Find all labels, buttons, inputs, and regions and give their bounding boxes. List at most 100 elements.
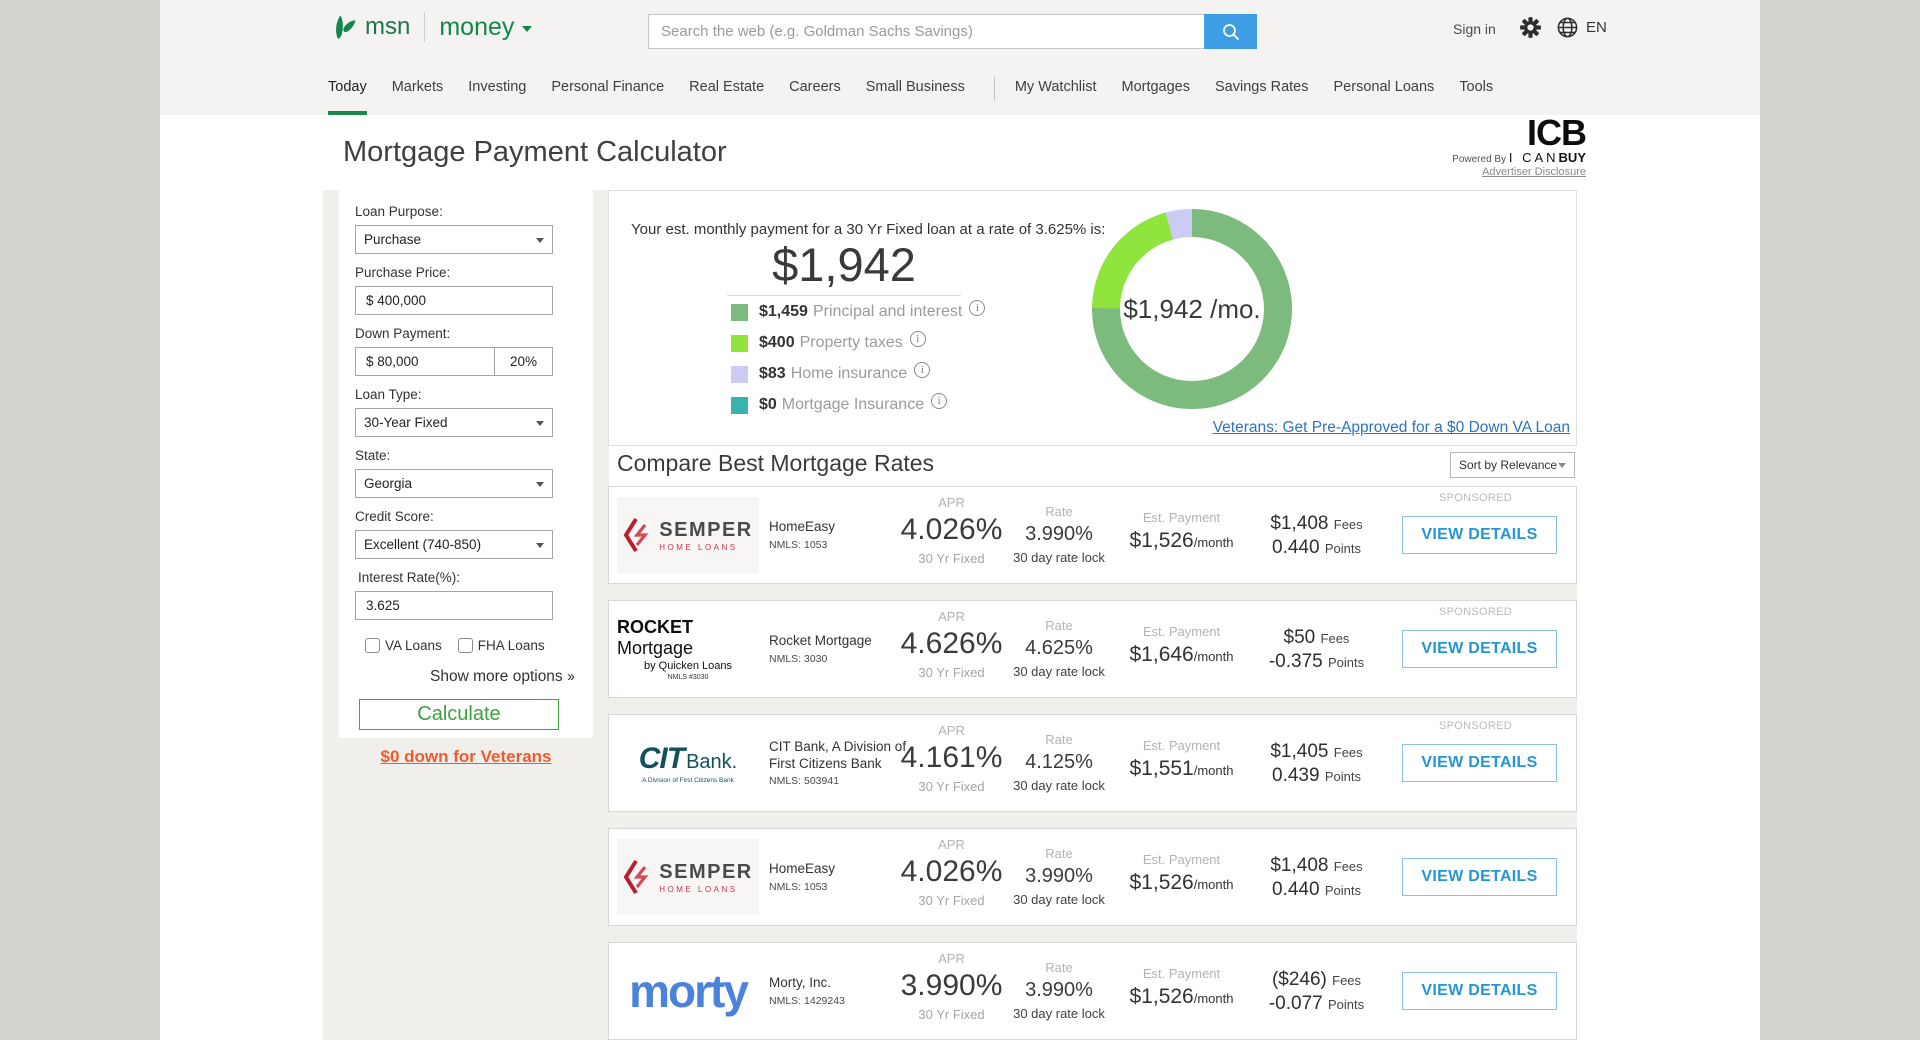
semper-wordmark: SEMPER — [659, 518, 753, 541]
loan-term-label: 30 Yr Fixed — [918, 779, 985, 794]
legend-swatch — [731, 334, 748, 352]
apr-column: APR 4.161% 30 Yr Fixed — [889, 723, 1014, 794]
rate-label: Rate — [1045, 846, 1073, 861]
page: msn money Sign in — [160, 0, 1760, 1040]
loan-type-label: Loan Type: — [355, 387, 422, 402]
checkbox-box[interactable] — [457, 638, 473, 653]
nav-item-personal-finance[interactable]: Personal Finance — [551, 62, 664, 115]
down-payment-field-wrap — [355, 347, 495, 376]
nav-item-small-business[interactable]: Small Business — [866, 62, 965, 115]
sign-in-link[interactable]: Sign in — [1453, 21, 1496, 37]
semper-tagline: HOME LOANS — [659, 542, 738, 552]
donut-hole: $1,942 /mo. — [1120, 237, 1264, 381]
info-icon[interactable]: i — [909, 331, 926, 347]
rate-value: 4.125% — [1025, 751, 1093, 773]
nav-item-today[interactable]: Today — [328, 62, 367, 115]
rate-lock-label: 30 day rate lock — [1013, 550, 1105, 565]
rate-column: Rate 3.990% 30 day rate lock — [1004, 960, 1114, 1021]
rate-label: Rate — [1045, 732, 1073, 747]
info-icon[interactable]: i — [914, 362, 931, 378]
loan-purpose-select[interactable]: Purchase — [355, 225, 553, 254]
show-more-options-link[interactable]: Show more options ›› — [355, 668, 575, 686]
est-payment-column: Est. Payment $1,551/month — [1124, 738, 1239, 781]
sponsored-badge: SPONSORED — [1439, 720, 1512, 732]
apr-label: APR — [938, 837, 965, 852]
credit-score-label: Credit Score: — [355, 509, 434, 524]
view-details-button[interactable]: VIEW DETAILS — [1402, 630, 1557, 668]
rate-label: Rate — [1045, 618, 1073, 633]
down-payment-percent-input[interactable] — [503, 353, 544, 370]
zero-down-veterans-link[interactable]: $0 down for Veterans — [323, 747, 609, 767]
state-select[interactable]: Georgia — [355, 469, 553, 498]
globe-language-icon[interactable] — [1556, 16, 1579, 44]
search-input[interactable] — [648, 14, 1204, 49]
advertiser-disclosure-link[interactable]: Advertiser Disclosure — [1452, 166, 1586, 178]
view-details-button[interactable]: VIEW DETAILS — [1402, 516, 1557, 554]
double-chevron-icon: ›› — [567, 668, 575, 685]
nav-item-savings-rates[interactable]: Savings Rates — [1215, 62, 1309, 115]
nav-item-careers[interactable]: Careers — [789, 62, 841, 115]
sort-value: Sort by Relevance — [1459, 458, 1558, 472]
state-value: Georgia — [364, 476, 413, 491]
est-payment-column: Est. Payment $1,646/month — [1124, 624, 1239, 667]
apr-value: 4.026% — [900, 513, 1003, 546]
search-button[interactable] — [1204, 14, 1257, 49]
view-details-button[interactable]: VIEW DETAILS — [1402, 858, 1557, 896]
fha-loans-checkbox[interactable]: FHA Loans — [457, 638, 545, 653]
legend-swatch — [731, 365, 748, 383]
purchase-price-input[interactable] — [364, 292, 544, 309]
rate-card-list: SPONSORED SEMPER HOME LOANS HomeEasy NML… — [608, 486, 1577, 1040]
info-icon[interactable]: i — [931, 393, 948, 409]
settings-gear-icon[interactable] — [1518, 15, 1543, 45]
nav-item-mortgages[interactable]: Mortgages — [1121, 62, 1190, 115]
points-value: 0.440 Points — [1272, 537, 1361, 558]
powered-by-label: Powered By — [1452, 154, 1507, 165]
purchase-price-label: Purchase Price: — [355, 265, 451, 280]
loan-type-select[interactable]: 30-Year Fixed — [355, 408, 553, 437]
nav-item-personal-loans[interactable]: Personal Loans — [1334, 62, 1435, 115]
interest-rate-input[interactable] — [364, 597, 544, 614]
info-icon[interactable]: i — [969, 300, 986, 316]
calculate-button[interactable]: Calculate — [359, 699, 559, 730]
apr-column: APR 4.626% 30 Yr Fixed — [889, 609, 1014, 680]
sort-select[interactable]: Sort by Relevance — [1450, 452, 1575, 478]
rate-card: SPONSORED SEMPER HOME LOANS — [608, 828, 1577, 926]
points-value: -0.077 Points — [1268, 993, 1365, 1014]
rate-card: SPONSORED morty — [608, 942, 1577, 1040]
msn-butterfly-icon — [336, 15, 356, 39]
loan-term-label: 30 Yr Fixed — [918, 1007, 985, 1022]
checkbox-box[interactable] — [365, 638, 380, 653]
semper-logo: SEMPER HOME LOANS — [617, 839, 759, 915]
down-payment-pct-wrap — [495, 347, 553, 376]
nav-item-tools[interactable]: Tools — [1459, 62, 1493, 115]
down-payment-input[interactable] — [364, 353, 486, 370]
view-details-button[interactable]: VIEW DETAILS — [1402, 972, 1557, 1010]
brand[interactable]: msn money — [328, 12, 533, 42]
nav-item-investing[interactable]: Investing — [468, 62, 526, 115]
apr-column: APR 4.026% 30 Yr Fixed — [889, 495, 1014, 566]
legend-label: Mortgage Insurance — [781, 396, 925, 413]
interest-rate-field-wrap — [355, 591, 553, 620]
apr-label: APR — [938, 609, 965, 624]
language-label[interactable]: EN — [1586, 19, 1607, 36]
est-payment-label: Est. Payment — [1142, 510, 1221, 525]
apr-label: APR — [938, 723, 965, 738]
monthly-payment-total: $1,942 — [772, 238, 916, 291]
credit-score-select[interactable]: Excellent (740-850) — [355, 530, 553, 559]
nav-item-real-estate[interactable]: Real Estate — [689, 62, 764, 115]
view-details-button[interactable]: VIEW DETAILS — [1402, 744, 1557, 782]
nav-item-markets[interactable]: Markets — [392, 62, 444, 115]
loan-checkboxes: VA Loans FHA Loans — [365, 638, 593, 653]
va-loan-preapproval-link[interactable]: Veterans: Get Pre-Approved for a $0 Down… — [1213, 419, 1570, 437]
chevron-down-icon — [536, 421, 544, 426]
legend-swatch — [731, 303, 748, 321]
va-loans-checkbox[interactable]: VA Loans — [365, 638, 442, 653]
legend-label: Property taxes — [799, 334, 903, 351]
apr-value: 4.026% — [900, 855, 1003, 888]
nav-item-my-watchlist[interactable]: My Watchlist — [1015, 62, 1097, 115]
est-payment-column: Est. Payment $1,526/month — [1124, 852, 1239, 895]
points-value: -0.375 Points — [1268, 651, 1365, 672]
chevron-down-icon[interactable] — [522, 26, 533, 32]
calculator-form: Loan Purpose: Purchase Purchase Price: D… — [339, 190, 593, 738]
rate-value: 3.990% — [1025, 865, 1093, 887]
